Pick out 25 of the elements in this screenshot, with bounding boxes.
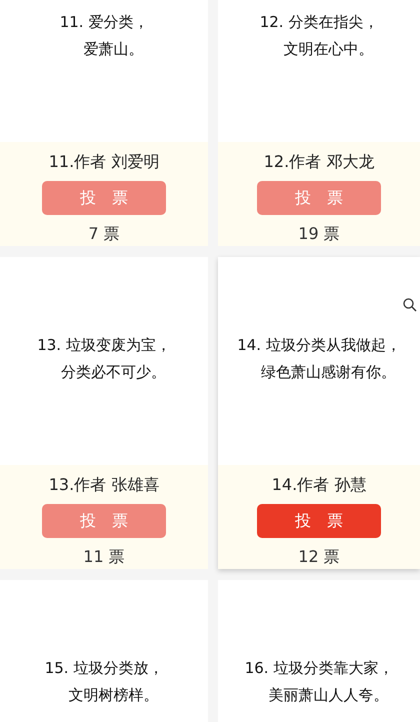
author-label: 12.作者 邓大龙: [264, 152, 374, 172]
vote-count: 19 票: [298, 224, 340, 244]
slogan-line: 文明树榜样。: [68, 685, 160, 705]
author-label: 11.作者 刘爱明: [48, 152, 160, 172]
vote-button[interactable]: 投票: [42, 181, 166, 215]
slogan-line: 11. 爱分类，: [60, 12, 148, 32]
vote-count: 7 票: [88, 224, 120, 244]
vote-count: 12 票: [298, 547, 340, 567]
vote-button[interactable]: 投票: [257, 504, 381, 538]
vote-button[interactable]: 投票: [257, 181, 381, 215]
author-label: 14.作者 孙慧: [272, 475, 366, 495]
slogan-line: 美丽萧山人人夸。: [268, 685, 390, 705]
slogan-line: 绿色萧山感谢有你。: [260, 362, 398, 382]
slogan-line: 16. 垃圾分类靠大家，: [244, 658, 394, 678]
slogan-line: 分类必不可少。: [60, 362, 168, 382]
vote-button[interactable]: 投票: [42, 504, 166, 538]
slogan-line: 13. 垃圾变废为宝，: [37, 335, 171, 355]
slogan-line: 12. 分类在指尖，: [260, 12, 378, 32]
author-label: 13.作者 张雄喜: [48, 475, 160, 495]
vote-count: 11 票: [83, 547, 125, 567]
slogan-line: 文明在心中。: [282, 39, 375, 59]
slogan-line: 15. 垃圾分类放，: [44, 658, 164, 678]
search-icon[interactable]: [403, 298, 417, 312]
slogan-line: 14. 垃圾分类从我做起，: [237, 335, 401, 355]
slogan-line: 爱萧山。: [82, 39, 145, 59]
